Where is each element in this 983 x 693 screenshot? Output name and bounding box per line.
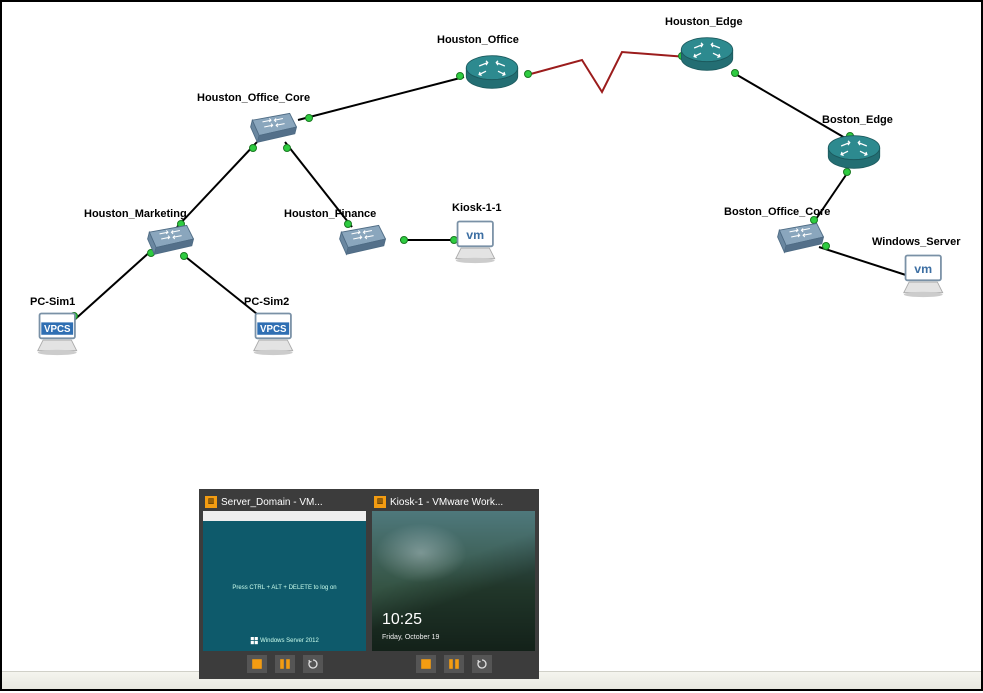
preview-thumbnail[interactable]: 10:25 Friday, October 19 (372, 511, 535, 651)
vpcs-icon: VPCS (34, 310, 84, 356)
node-boston-office-core[interactable]: Boston_Office_Core (772, 220, 824, 257)
svg-text:VPCS: VPCS (260, 324, 287, 335)
link-marketing-sim1 (72, 250, 152, 322)
node-label: PC-Sim2 (244, 296, 289, 308)
preview-kiosk[interactable]: ▥ Kiosk-1 - VMware Work... 10:25 Friday,… (372, 493, 535, 675)
vm-icon: vm (900, 252, 950, 298)
preview-server-domain[interactable]: ▥ Server_Domain - VM... Press CTRL + ALT… (203, 493, 366, 675)
link-core-office (298, 77, 464, 120)
vmware-icon: ▥ (205, 496, 217, 508)
preview-controls (203, 651, 366, 675)
preview-title: ▥ Server_Domain - VM... (203, 493, 366, 511)
topology-canvas[interactable]: Houston_Office_Core Houston_Office Houst… (2, 2, 981, 689)
pause-button[interactable] (275, 655, 295, 673)
switch-icon (142, 222, 194, 256)
router-icon (462, 52, 522, 92)
lock-date: Friday, October 19 (382, 634, 439, 641)
node-houston-marketing[interactable]: Houston_Marketing (142, 222, 194, 259)
node-windows-server[interactable]: Windows_Server vm (900, 252, 950, 301)
switch-icon (245, 110, 297, 144)
switch-icon (772, 220, 824, 254)
node-label: Houston_Office_Core (197, 92, 310, 104)
preview-title: ▥ Kiosk-1 - VMware Work... (372, 493, 535, 511)
port (400, 236, 408, 244)
vm-icon: vm (452, 218, 502, 264)
restart-button[interactable] (472, 655, 492, 673)
restart-button[interactable] (303, 655, 323, 673)
node-pc-sim1[interactable]: PC-Sim1 VPCS (34, 310, 84, 359)
play-button[interactable] (247, 655, 267, 673)
lock-text: Press CTRL + ALT + DELETE to log on (232, 585, 336, 591)
node-houston-office-core[interactable]: Houston_Office_Core (245, 110, 297, 147)
switch-icon (334, 222, 386, 256)
play-button[interactable] (416, 655, 436, 673)
node-label: Houston_Office (437, 34, 519, 46)
node-label: Windows_Server (872, 236, 961, 248)
preview-thumbnail[interactable]: Press CTRL + ALT + DELETE to log on Wind… (203, 511, 366, 651)
link-bostoncore-server (819, 247, 912, 277)
svg-text:VPCS: VPCS (44, 324, 71, 335)
taskbar-previews: ▥ Server_Domain - VM... Press CTRL + ALT… (199, 489, 539, 679)
node-label: Kiosk-1-1 (452, 202, 502, 214)
port (305, 114, 313, 122)
pause-button[interactable] (444, 655, 464, 673)
branding: Windows Server 2012 (250, 637, 319, 645)
preview-title-text: Server_Domain - VM... (221, 497, 323, 508)
node-boston-edge[interactable]: Boston_Edge (824, 132, 884, 175)
node-houston-edge[interactable]: Houston_Edge (677, 34, 737, 77)
lock-clock: 10:25 (382, 611, 422, 629)
vm-badge-text: vm (466, 228, 484, 242)
vpcs-icon: VPCS (250, 310, 300, 356)
router-icon (677, 34, 737, 74)
port (524, 70, 532, 78)
windows-icon (250, 637, 258, 645)
node-label: Houston_Edge (665, 16, 743, 28)
node-kiosk[interactable]: Kiosk-1-1 vm (452, 218, 502, 267)
node-label: Boston_Office_Core (724, 206, 830, 218)
node-label: Houston_Finance (284, 208, 376, 220)
node-houston-office[interactable]: Houston_Office (462, 52, 522, 95)
node-label: Houston_Marketing (84, 208, 187, 220)
preview-controls (372, 651, 535, 675)
node-label: PC-Sim1 (30, 296, 75, 308)
node-pc-sim2[interactable]: PC-Sim2 VPCS (250, 310, 300, 359)
vmware-icon: ▥ (374, 496, 386, 508)
link-office-edge-serial (527, 52, 687, 92)
router-icon (824, 132, 884, 172)
link-core-marketing (177, 142, 257, 227)
node-houston-finance[interactable]: Houston_Finance (334, 222, 386, 259)
node-label: Boston_Edge (822, 114, 893, 126)
preview-title-text: Kiosk-1 - VMware Work... (390, 497, 503, 508)
svg-text:vm: vm (914, 262, 932, 276)
